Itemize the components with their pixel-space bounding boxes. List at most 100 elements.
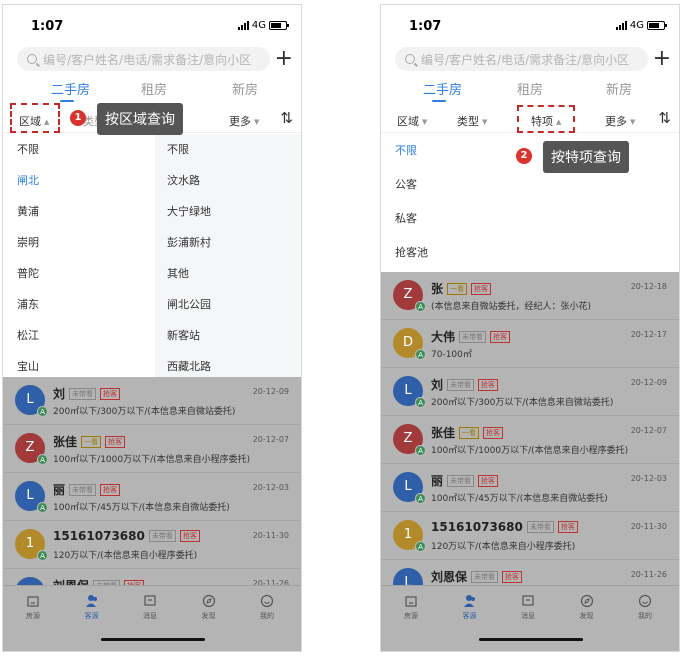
special-item[interactable]: 公客 [381, 168, 679, 202]
tab-second-hand[interactable]: 二手房 [51, 79, 90, 98]
status-time: 1:07 [31, 19, 64, 34]
customer-row[interactable]: LA刘恩保未带看抢客20-11-26 [3, 569, 301, 585]
nav-label: 房源 [26, 612, 40, 620]
customer-date: 20-12-18 [630, 282, 667, 291]
customer-name: 刘未带看 抢客 [53, 385, 121, 402]
customer-requirement: 200㎡以下/300万以下/(本信息来自微站委托) [53, 407, 236, 417]
subdistrict-item[interactable]: 大宁绿地 [155, 196, 301, 227]
subdistrict-item[interactable]: 不限 [155, 134, 301, 165]
customer-date: 20-12-09 [252, 387, 289, 396]
tab-second-hand[interactable]: 二手房 [423, 79, 462, 98]
nav-item-2[interactable]: 消息 [508, 594, 548, 621]
status-badge: 抢客 [100, 388, 121, 400]
tab-underline [60, 100, 74, 102]
status-badge: 抢客 [100, 484, 121, 496]
subdistrict-item[interactable]: 彭浦新村 [155, 227, 301, 258]
district-item[interactable]: 松江 [3, 320, 155, 351]
filter-more[interactable]: 更多 ▼ [605, 113, 635, 129]
filter-district[interactable]: 区域 ▼ [397, 113, 427, 129]
annotation-box-district [10, 103, 60, 133]
avatar: LA [15, 385, 48, 417]
status-badge: 未带看 [148, 530, 176, 542]
nav-item-1[interactable]: 客源 [450, 594, 490, 621]
nav-item-0[interactable]: 房源 [391, 594, 431, 621]
tab-underline [432, 100, 446, 102]
customer-row[interactable]: L A 刘未带看 抢客 200㎡以下/300万以下/(本信息来自微站委托) 20-12-0… [3, 377, 301, 425]
tab-new-house[interactable]: 新房 [606, 79, 632, 98]
customer-row[interactable]: LA刘恩保未带看抢客20-11-26 [381, 560, 679, 585]
district-item[interactable]: 崇明 [3, 227, 155, 258]
add-icon[interactable]: + [653, 47, 671, 71]
district-item[interactable]: 不限 [3, 134, 155, 165]
agent-badge-icon: A [37, 406, 48, 417]
sort-icon[interactable]: ⇅ [658, 109, 671, 127]
status-badge: 抢客 [105, 436, 126, 448]
district-item[interactable]: 普陀 [3, 258, 155, 289]
status-badge: 未带看 [447, 379, 475, 391]
home-indicator [101, 638, 205, 641]
house-icon [391, 594, 431, 608]
nav-item-3[interactable]: 发现 [567, 594, 607, 621]
subdistrict-item[interactable]: 其他 [155, 258, 301, 289]
customer-date: 20-11-30 [630, 522, 667, 531]
status-badge: 抢客 [502, 571, 523, 583]
avatar: 1A [393, 520, 426, 552]
caret-down-icon: ▼ [482, 118, 488, 126]
customer-name: 大伟 未带看 抢客 [431, 328, 511, 345]
avatar: 1A [15, 529, 48, 561]
customer-date: 20-12-07 [630, 426, 667, 435]
agent-badge-icon: A [415, 301, 426, 312]
customer-requirement: 100㎡以下/1000万以下/(本信息来自小程序委托) [431, 446, 629, 456]
avatar: LA [15, 481, 48, 513]
phone-screen-right: 1:07 4G 编号/客户姓名/电话/需求备注/意向小区 + 二手房 租房 新房… [380, 4, 680, 652]
district-item-selected[interactable]: 闸北 [3, 165, 155, 196]
customer-row[interactable]: L A 丽未带看 抢客 100㎡以下/45万以下/(本信息来自微站委托) 20-12-03 [3, 473, 301, 521]
customer-row[interactable]: Z A 张佳 一看 抢客 100㎡以下/1000万以下/(本信息来自小程序委托) 20-12… [381, 416, 679, 464]
nav-item-3[interactable]: 发现 [189, 594, 229, 621]
nav-item-1[interactable]: 客源 [72, 594, 112, 621]
agent-badge-icon: A [415, 541, 426, 552]
special-item[interactable]: 抢客池 [381, 236, 679, 270]
customer-row[interactable]: D A 大伟 未带看 抢客 70-100㎡ 20-12-17 [381, 320, 679, 368]
sort-icon[interactable]: ⇅ [280, 109, 293, 127]
subdistrict-item[interactable]: 新客站 [155, 320, 301, 351]
avatar: LA [393, 472, 426, 504]
nav-item-2[interactable]: 消息 [130, 594, 170, 621]
caret-down-icon: ▼ [422, 118, 428, 126]
tab-rent[interactable]: 租房 [141, 79, 167, 98]
customer-row[interactable]: L A 刘未带看 抢客 200㎡以下/300万以下/(本信息来自微站委托) 20-12-0… [381, 368, 679, 416]
customer-row[interactable]: 1 A 15161073680 未带看 抢客 120万以下/(本信息来自小程序委托) 20-… [381, 512, 679, 560]
nav-item-4[interactable]: 我的 [247, 594, 287, 621]
subdistrict-item[interactable]: 汶水路 [155, 165, 301, 196]
search-placeholder: 编号/客户姓名/电话/需求备注/意向小区 [421, 52, 630, 67]
customer-requirement: 120万以下/(本信息来自小程序委托) [53, 551, 198, 561]
filter-more[interactable]: 更多 ▼ [229, 113, 259, 129]
people-icon [450, 594, 490, 608]
special-item[interactable]: 私客 [381, 202, 679, 236]
status-badge: 抢客 [179, 530, 200, 542]
tab-rent[interactable]: 租房 [517, 79, 543, 98]
nav-label: 消息 [521, 612, 535, 620]
customer-row[interactable]: L A 丽未带看 抢客 100㎡以下/45万以下/(本信息来自微站委托) 20-12-03 [381, 464, 679, 512]
search-input[interactable]: 编号/客户姓名/电话/需求备注/意向小区 [395, 47, 648, 71]
tab-new-house[interactable]: 新房 [232, 79, 258, 98]
customer-requirement: 100㎡以下/45万以下/(本信息来自微站委托) [53, 503, 230, 513]
nav-item-0[interactable]: 房源 [13, 594, 53, 621]
compass-icon [189, 594, 229, 608]
nav-item-4[interactable]: 我的 [625, 594, 665, 621]
customer-row[interactable]: Z A 张一看 抢客 (本信息来自微站委托，经纪人：张小花) 20-12-18 [381, 272, 679, 320]
district-item[interactable]: 黄浦 [3, 196, 155, 227]
nav-label: 房源 [404, 612, 418, 620]
add-icon[interactable]: + [275, 47, 293, 71]
district-item[interactable]: 浦东 [3, 289, 155, 320]
nav-label: 发现 [201, 612, 216, 620]
compass-icon [567, 594, 607, 608]
smiley-icon [625, 594, 665, 608]
district-list: 不限 闸北 黄浦 崇明 普陀 浦东 松江 宝山 [3, 134, 155, 382]
subdistrict-item[interactable]: 闸北公园 [155, 289, 301, 320]
filter-type[interactable]: 类型 ▼ [457, 113, 487, 129]
customer-row[interactable]: Z A 张佳 一看 抢客 100㎡以下/1000万以下/(本信息来自小程序委托) 20-12… [3, 425, 301, 473]
customer-row[interactable]: 1 A 15161073680 未带看 抢客 120万以下/(本信息来自小程序委托) 20-… [3, 521, 301, 569]
search-input[interactable]: 编号/客户姓名/电话/需求备注/意向小区 [17, 47, 270, 71]
annotation-number-2: 2 [516, 148, 532, 164]
